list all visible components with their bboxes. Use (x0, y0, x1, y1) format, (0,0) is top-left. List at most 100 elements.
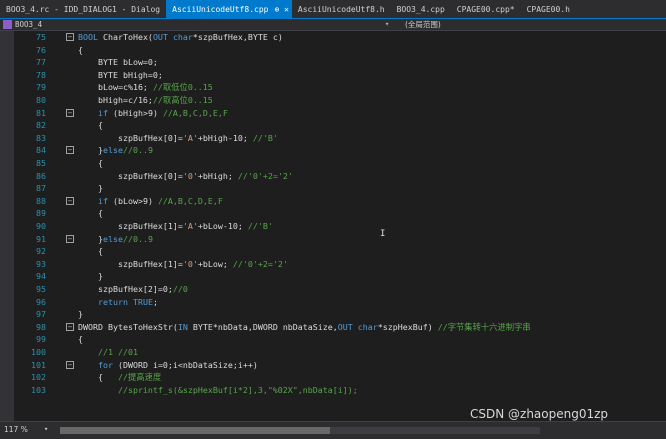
tab-0[interactable]: BOO3_4.rc - IDD_DIALOG1 - Dialog (0, 0, 166, 18)
line-number: 92 (36, 246, 46, 257)
code-token: 'A' (182, 132, 198, 143)
code-token: BYTE bLow=0; (78, 57, 158, 68)
collapse-icon[interactable]: − (66, 146, 74, 155)
line-number: 88 (36, 195, 46, 206)
code-line: 103 //sprintf_s(&szpHexBuf[i*2],3,"%02X"… (0, 384, 666, 397)
code-text: for (DWORD i=0;i<nbDataSize;i++) (78, 359, 258, 372)
tab-label: AsciiUnicodeUtf8.h (297, 4, 385, 14)
line-number: 80 (36, 95, 46, 105)
chevron-down-icon[interactable]: ▾ (44, 425, 48, 433)
code-line: 97} (0, 308, 666, 321)
code-token: BYTE*nbData,DWORD nbDataSize, (187, 321, 338, 332)
code-text: }else//0..9 (78, 144, 153, 157)
code-line: 93 szpBufHex[1]='0'+bLow; //'0'+2='2' (0, 258, 666, 271)
code-token: +bHigh-10; (197, 132, 253, 143)
code-line: 98 − DWORD BytesToHexStr(IN BYTE*nbData,DW… (0, 321, 666, 334)
line-number: 81 (36, 107, 46, 118)
collapse-icon[interactable]: − (66, 234, 74, 243)
tab-5[interactable]: CPAGE00.h (521, 0, 576, 18)
line-number: 94 (36, 271, 46, 282)
line-number: 84 (36, 145, 46, 156)
code-line: 85 { (0, 157, 666, 170)
code-line: 84 − }else//0..9 (0, 144, 666, 157)
code-token: BOOL (78, 32, 98, 42)
code-token: { (78, 372, 118, 383)
code-line: 102 { //提高速度 (0, 371, 666, 384)
code-token: } (78, 145, 103, 156)
tab-2[interactable]: AsciiUnicodeUtf8.h (292, 0, 391, 18)
line-number: 98 (36, 321, 46, 332)
code-token: bLow=c%16; (78, 82, 153, 93)
code-token: (DWORD i=0;i<nbDataSize;i++) (112, 359, 258, 370)
code-token: szpBufHex[0]= (78, 132, 183, 143)
code-text: BYTE bHigh=0; (78, 69, 163, 82)
code-text: szpBufHex[0]='A'+bHigh-10; //'B' (78, 132, 278, 145)
code-text: { (78, 245, 103, 258)
collapse-icon[interactable]: − (66, 196, 74, 205)
code-token: *szpHexBuf) (377, 321, 438, 332)
code-line: 78 BYTE bHigh=0; (0, 69, 666, 82)
line-number: 99 (36, 334, 46, 345)
line-number: 77 (36, 57, 46, 68)
code-token: //0..9 (122, 233, 153, 244)
code-text: if (bLow>9) //A,B,C,D,E,F (78, 195, 223, 208)
code-token: { (78, 246, 103, 257)
code-token: char (357, 321, 378, 332)
code-text: { (78, 157, 103, 170)
code-line: 89 { (0, 207, 666, 220)
collapse-icon[interactable]: − (66, 360, 74, 369)
code-token: OUT (337, 321, 353, 332)
zoom-level[interactable]: 117 % (4, 425, 28, 434)
code-line: 86 szpBufHex[0]='0'+bHigh; //'0'+2='2' (0, 170, 666, 183)
chevron-down-icon[interactable]: ▾ (385, 19, 389, 30)
collapse-icon[interactable]: − (66, 108, 74, 117)
scope-dropdown[interactable]: (全局范围) (405, 19, 441, 30)
code-token: TRUE (132, 296, 153, 307)
line-number: 100 (31, 347, 46, 357)
code-text: BOOL CharToHex(OUT char*szpBufHex,BYTE c… (78, 31, 283, 44)
line-number: 76 (36, 44, 46, 55)
scrollbar-thumb[interactable] (60, 427, 330, 434)
project-dropdown[interactable]: BOO3_4 (3, 19, 42, 30)
code-token: } (78, 183, 103, 194)
code-token: { (78, 334, 83, 345)
code-token: '0' (182, 258, 198, 269)
ibeam-cursor-icon: I (380, 229, 386, 239)
tab-3[interactable]: BOO3_4.cpp (391, 0, 451, 18)
code-text: //sprintf_s(&szpHexBuf[i*2],3,"%02X",nbD… (78, 384, 358, 397)
code-token: //'0'+2='2' (237, 170, 293, 181)
pin-close-icon[interactable]: ⊕ ✕ (274, 5, 288, 14)
code-token: szpBufHex[0]= (78, 170, 183, 181)
line-number: 86 (36, 170, 46, 181)
code-text: } (78, 182, 103, 195)
code-token: if (97, 107, 108, 118)
code-text: //1 //01 (78, 346, 138, 359)
line-number: 89 (36, 208, 46, 219)
tab-4[interactable]: CPAGE00.cpp* (451, 0, 521, 18)
tab-label: BOO3_4.rc - IDD_DIALOG1 - Dialog (6, 4, 161, 14)
code-line: 81 − if (bHigh>9) //A,B,C,D,E,F (0, 107, 666, 120)
code-text: { (78, 207, 103, 220)
line-number: 87 (36, 183, 46, 194)
code-token: +bLow-10; (197, 221, 248, 231)
tab-1[interactable]: AsciiUnicodeUtf8.cpp ⊕ ✕ (166, 0, 292, 18)
code-token: else (102, 145, 123, 156)
project-name: BOO3_4 (15, 20, 43, 29)
code-text: DWORD BytesToHexStr(IN BYTE*nbData,DWORD… (78, 321, 531, 334)
code-token: *szpBufHex,BYTE c) (192, 32, 283, 42)
code-token: szpBufHex[2]=0; (78, 284, 173, 294)
code-token: { (78, 120, 103, 131)
cpp-project-icon (3, 20, 12, 29)
code-line: 82 { (0, 119, 666, 132)
collapse-icon[interactable]: − (66, 322, 74, 331)
collapse-icon[interactable]: − (66, 33, 74, 41)
code-token: if (97, 195, 108, 206)
code-token: //1 //01 (78, 347, 138, 357)
code-editor[interactable]: 75− BOOL CharToHex(OUT char*szpBufHex,BYT… (0, 31, 666, 421)
horizontal-scrollbar[interactable] (60, 427, 540, 434)
code-token: IN (177, 321, 188, 332)
line-number: 101 (31, 359, 46, 370)
code-text: { (78, 44, 83, 57)
